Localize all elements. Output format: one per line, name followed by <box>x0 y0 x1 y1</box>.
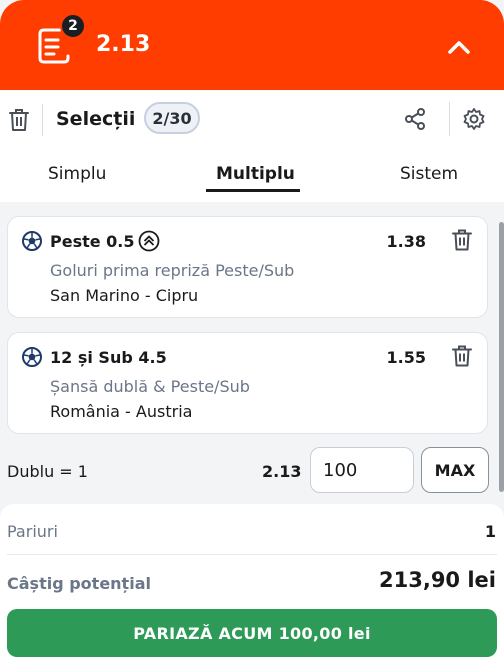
selection-name: Peste 0.5 <box>50 232 135 251</box>
selection-market: Goluri prima repriză Peste/Sub <box>50 261 295 280</box>
trash-icon[interactable] <box>452 345 472 367</box>
betslip-panel: Selecții 2/30 Simplu Multiplu Sistem <box>0 90 504 202</box>
place-bet-button[interactable]: PARIAZĂ ACUM 100,00 lei <box>7 609 497 657</box>
odds-boost-icon <box>138 230 160 252</box>
total-odds: 2.13 <box>96 32 151 57</box>
combo-odds: 2.13 <box>262 462 302 481</box>
selection-event: România - Austria <box>50 402 193 421</box>
divider <box>7 554 497 555</box>
combo-label: Dublu = 1 <box>7 462 88 481</box>
potential-win-label: Câștig potențial <box>7 574 151 593</box>
betslip-header[interactable]: 2 2.13 <box>0 0 504 90</box>
trash-icon[interactable] <box>452 229 472 251</box>
trash-icon[interactable] <box>8 108 30 132</box>
tab-multiplu[interactable]: Multiplu <box>216 164 295 184</box>
max-stake-button[interactable]: MAX <box>421 447 489 493</box>
panel-title: Selecții <box>56 108 136 130</box>
stake-input[interactable] <box>310 447 414 493</box>
potential-win-value: 213,90 lei <box>379 568 496 592</box>
divider <box>449 102 450 136</box>
share-icon[interactable] <box>404 108 426 130</box>
selection-event: San Marino - Cipru <box>50 286 199 305</box>
scrollbar[interactable] <box>499 222 504 492</box>
tab-simplu[interactable]: Simplu <box>48 164 106 184</box>
selection-name: 12 și Sub 4.5 <box>50 348 167 367</box>
bets-count: 1 <box>484 522 496 541</box>
selection-odds: 1.38 <box>386 232 426 251</box>
gear-icon[interactable] <box>462 107 486 131</box>
soccer-ball-icon <box>22 347 42 367</box>
selection-card: 12 și Sub 4.5 1.55 Șansă dublă & Peste/S… <box>7 332 488 434</box>
chevron-up-icon[interactable] <box>446 34 472 60</box>
bet-summary: Pariuri 1 Câștig potențial 213,90 lei PA… <box>0 504 504 660</box>
soccer-ball-icon <box>22 231 42 251</box>
active-tab-indicator <box>206 189 300 192</box>
selection-odds: 1.55 <box>386 348 426 367</box>
selection-card: Peste 0.5 1.38 Goluri prima repriză Pest… <box>7 216 488 318</box>
divider <box>42 104 43 136</box>
bets-label: Pariuri <box>7 522 58 541</box>
selection-market: Șansă dublă & Peste/Sub <box>50 377 250 396</box>
betslip-frame: 2 2.13 Selecții 2/30 Simplu Multiplu Sis… <box>0 0 504 660</box>
tab-sistem[interactable]: Sistem <box>400 164 458 184</box>
selection-count-badge: 2 <box>60 13 86 39</box>
selection-counter: 2/30 <box>144 102 200 134</box>
